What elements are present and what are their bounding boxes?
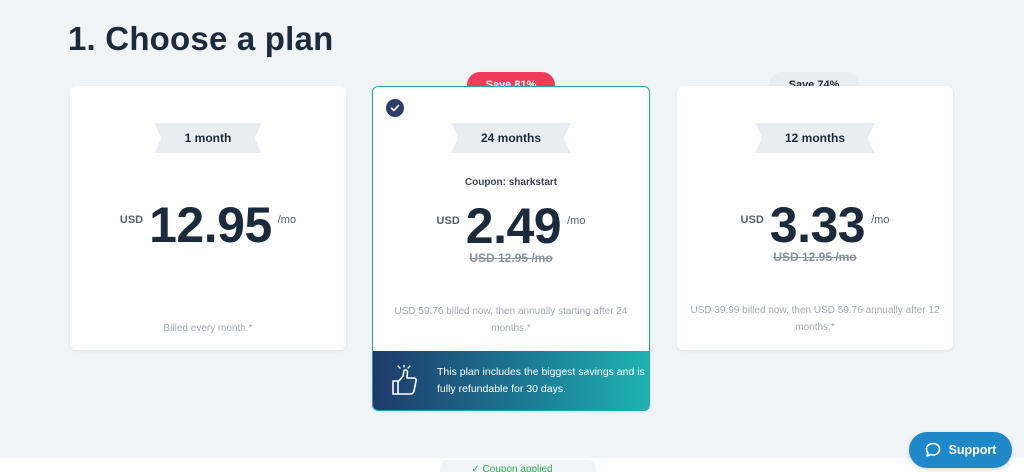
per-month-label: /mo: [567, 215, 586, 227]
support-label: Support: [948, 443, 997, 457]
coupon-label: Coupon: sharkstart: [464, 177, 558, 188]
price-amount: 12.95: [149, 197, 272, 253]
billing-note: USD 59.76 billed now, then annually star…: [394, 306, 628, 334]
per-month-label: /mo: [277, 214, 297, 226]
price-row: USD 3.33 /mo: [677, 200, 953, 250]
plan-card-12-months[interactable]: 12 months USD 3.33 /mo USD 12.95 /mo USD…: [677, 86, 953, 350]
promo-banner: This plan includes the biggest savings a…: [373, 351, 649, 410]
old-price: USD 12.95 /mo: [773, 250, 857, 264]
plan-duration: 12 months: [754, 123, 876, 153]
billing-note: USD 39.99 billed now, then USD 59.76 ann…: [690, 305, 940, 333]
promo-text: This plan includes the biggest savings a…: [437, 365, 645, 395]
plan-duration: 24 months: [450, 123, 572, 153]
currency-label: USD: [740, 214, 764, 226]
chat-bubble-icon: [925, 442, 940, 457]
plan-duration: 1 month: [154, 123, 262, 153]
price-row: USD 2.49 /mo: [373, 201, 649, 251]
per-month-label: /mo: [871, 214, 890, 226]
check-icon: [386, 99, 404, 117]
price-amount: 2.49: [465, 198, 562, 254]
currency-label: USD: [119, 214, 144, 226]
currency-label: USD: [436, 215, 460, 227]
plan-card-1-month[interactable]: 1 month USD 12.95 /mo Billed every month…: [70, 86, 346, 350]
coupon-status: ✓ Coupon applied: [471, 464, 553, 472]
support-button[interactable]: Support: [909, 432, 1012, 468]
thumbs-up-icon: [392, 364, 417, 395]
billing-note: Billed every month.*: [163, 323, 253, 334]
old-price: USD 12.95 /mo: [469, 251, 553, 265]
page-title: 1. Choose a plan: [68, 20, 334, 57]
price-amount: 3.33: [769, 197, 866, 253]
plan-card-24-months[interactable]: 24 months Coupon: sharkstart USD 2.49 /m…: [372, 86, 650, 411]
price-row: USD 12.95 /mo: [70, 200, 346, 250]
